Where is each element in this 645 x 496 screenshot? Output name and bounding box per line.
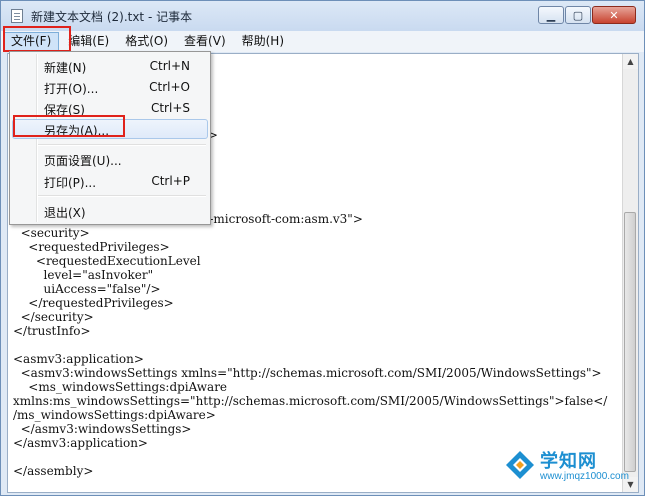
menu-item-shortcut: Ctrl+O (149, 80, 190, 94)
save-as-annotation-box (13, 115, 125, 137)
menu-item-label: 退出(X) (44, 206, 86, 220)
watermark-title: 学知网 (540, 451, 597, 472)
menu-item-print[interactable]: 打印(P)... Ctrl+P (12, 171, 208, 191)
menu-help[interactable]: 帮助(H) (235, 32, 291, 51)
scroll-thumb[interactable] (624, 212, 636, 472)
menu-view[interactable]: 查看(V) (177, 32, 233, 51)
vertical-scrollbar[interactable]: ▲ ▼ (622, 54, 638, 492)
menu-item-label: 页面设置(U)... (44, 154, 122, 168)
menu-item-label: 打开(O)... (44, 82, 99, 96)
menu-format[interactable]: 格式(O) (118, 32, 175, 51)
menu-item-label: 新建(N) (44, 61, 87, 75)
menu-item-exit[interactable]: 退出(X) (12, 201, 208, 221)
caption-buttons: ▁ ▢ ✕ (537, 6, 636, 26)
file-dropdown-menu: 新建(N) Ctrl+N 打开(O)... Ctrl+O 保存(S) Ctrl+… (9, 51, 211, 225)
menu-item-label: 打印(P)... (44, 176, 97, 190)
menu-item-shortcut: Ctrl+N (149, 59, 190, 73)
menu-item-new[interactable]: 新建(N) Ctrl+N (12, 56, 208, 76)
menu-item-shortcut: Ctrl+P (151, 174, 190, 188)
close-button[interactable]: ✕ (592, 6, 636, 24)
minimize-button[interactable]: ▁ (538, 6, 564, 24)
file-menu-annotation-box (3, 26, 71, 52)
watermark-url: www.jmqz1000.com (540, 471, 629, 482)
title-bar[interactable]: 新建文本文档 (2).txt - 记事本 ▁ ▢ ✕ (1, 1, 644, 31)
menu-separator (38, 195, 206, 197)
notepad-window: 新建文本文档 (2).txt - 记事本 ▁ ▢ ✕ 文件(F) 编辑(E) 格… (0, 0, 645, 496)
notepad-icon (11, 9, 23, 23)
site-watermark: 学知网 www.jmqz1000.com (504, 447, 634, 487)
watermark-logo-icon (506, 451, 534, 479)
window-title: 新建文本文档 (2).txt - 记事本 (31, 10, 193, 24)
menu-bar: 文件(F) 编辑(E) 格式(O) 查看(V) 帮助(H) (1, 31, 644, 52)
menu-item-page-setup[interactable]: 页面设置(U)... (12, 149, 208, 169)
menu-item-shortcut: Ctrl+S (150, 101, 190, 115)
maximize-button[interactable]: ▢ (565, 6, 591, 24)
scroll-up-arrow-icon[interactable]: ▲ (623, 54, 638, 69)
menu-separator (38, 144, 206, 146)
menu-item-open[interactable]: 打开(O)... Ctrl+O (12, 77, 208, 97)
